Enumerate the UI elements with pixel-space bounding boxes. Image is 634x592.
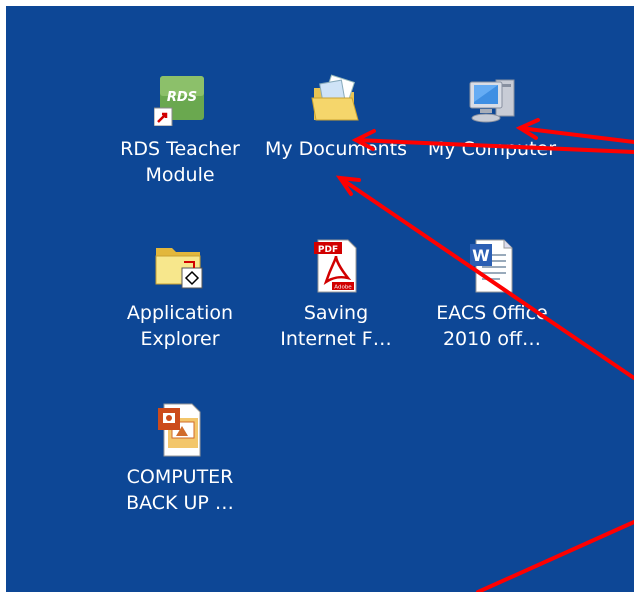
icon-label: RDS Teacher Module xyxy=(120,138,240,186)
desktop-icon-saving-internet[interactable]: PDF Adobe Saving Internet F… xyxy=(261,238,411,352)
pdf-icon: PDF Adobe xyxy=(310,238,362,293)
desktop-icon-rds-teacher-module[interactable]: RDS RDS Teacher Module xyxy=(105,74,255,188)
svg-text:W: W xyxy=(472,246,490,265)
desktop: RDS RDS Teacher Module My Documents My C… xyxy=(6,6,634,592)
desktop-icon-my-computer[interactable]: My Computer xyxy=(417,74,567,162)
computer-icon xyxy=(466,74,518,126)
folder-shortcut-icon xyxy=(154,238,206,290)
folder-documents-icon xyxy=(310,74,362,126)
powerpoint-icon xyxy=(154,402,206,457)
icon-label: My Documents xyxy=(264,138,407,160)
desktop-icon-computer-back-up[interactable]: COMPUTER BACK UP … xyxy=(105,402,255,516)
adobe-badge-text: Adobe xyxy=(334,285,352,291)
word-document-icon: W xyxy=(466,238,518,293)
rds-badge-text: RDS xyxy=(167,90,197,105)
pdf-badge-text: PDF xyxy=(318,245,338,255)
rds-shortcut-icon: RDS xyxy=(153,74,206,127)
desktop-icon-my-documents[interactable]: My Documents xyxy=(261,74,411,162)
icon-label: My Computer xyxy=(427,138,557,160)
icon-label: COMPUTER BACK UP … xyxy=(126,466,234,514)
icon-label: Application Explorer xyxy=(126,302,234,350)
icon-label: Saving Internet F… xyxy=(280,302,392,350)
desktop-icon-application-explorer[interactable]: Application Explorer xyxy=(105,238,255,352)
desktop-icon-eacs-office[interactable]: W EACS Office 2010 off… xyxy=(417,238,567,352)
icon-label: EACS Office 2010 off… xyxy=(436,302,548,350)
